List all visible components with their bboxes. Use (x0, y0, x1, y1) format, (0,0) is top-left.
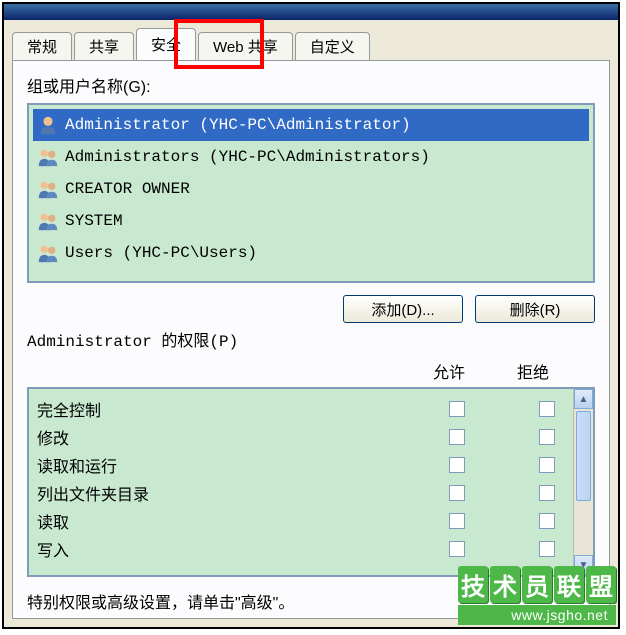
group-icon (37, 210, 59, 232)
permission-row: 修改 (37, 423, 565, 451)
tab-label: 共享 (89, 36, 119, 57)
deny-checkbox[interactable] (539, 513, 555, 529)
scrollbar[interactable]: ▲ ▼ (573, 389, 593, 575)
properties-dialog: 常规 共享 安全 Web 共享 自定义 组或用户名称(G): Administr… (4, 20, 618, 627)
allow-checkbox[interactable] (449, 401, 465, 417)
allow-header: 允许 (433, 359, 465, 383)
permission-name: 完全控制 (37, 397, 449, 421)
user-name: Users (YHC-PC\Users) (65, 244, 257, 262)
allow-checkbox[interactable] (449, 513, 465, 529)
permission-name: 读取 (37, 509, 449, 533)
tab-label: 自定义 (310, 36, 355, 57)
permission-row: 读取 (37, 507, 565, 535)
allow-checkbox[interactable] (449, 457, 465, 473)
scroll-track[interactable] (574, 409, 593, 555)
permissions-header: 允许 拒绝 (27, 359, 595, 383)
permission-name: 读取和运行 (37, 453, 449, 477)
permission-name: 列出文件夹目录 (37, 481, 449, 505)
tab-security[interactable]: 安全 (136, 28, 196, 60)
user-row[interactable]: SYSTEM (33, 205, 589, 237)
tab-general[interactable]: 常规 (12, 32, 72, 60)
user-name: Administrators (YHC-PC\Administrators) (65, 148, 430, 166)
user-row[interactable]: Administrators (YHC-PC\Administrators) (33, 141, 589, 173)
user-buttons: 添加(D)... 删除(R) (27, 295, 595, 323)
user-row[interactable]: Users (YHC-PC\Users) (33, 237, 589, 269)
tab-sharing[interactable]: 共享 (74, 32, 134, 60)
permissions-listbox: 完全控制 修改 读取和运行 (27, 387, 595, 577)
tab-label: 常规 (27, 36, 57, 57)
add-button[interactable]: 添加(D)... (343, 295, 463, 323)
titlebar (4, 4, 618, 20)
allow-checkbox[interactable] (449, 429, 465, 445)
permissions-label: Administrator 的权限(P) (27, 327, 595, 351)
deny-header: 拒绝 (517, 359, 549, 383)
user-row[interactable]: Administrator (YHC-PC\Administrator) (33, 109, 589, 141)
deny-checkbox[interactable] (539, 457, 555, 473)
allow-checkbox[interactable] (449, 485, 465, 501)
watermark-url: www.jsgho.net (458, 605, 616, 625)
deny-checkbox[interactable] (539, 401, 555, 417)
user-name: CREATOR OWNER (65, 180, 190, 198)
deny-checkbox[interactable] (539, 429, 555, 445)
allow-checkbox[interactable] (449, 541, 465, 557)
user-row[interactable]: CREATOR OWNER (33, 173, 589, 205)
group-icon (37, 178, 59, 200)
user-name: SYSTEM (65, 212, 123, 230)
group-icon (37, 146, 59, 168)
tab-label: Web 共享 (213, 36, 278, 57)
watermark-title: 技术员联盟 (458, 566, 616, 603)
security-panel: 组或用户名称(G): Administrator (YHC-PC\Adminis… (12, 60, 610, 619)
permissions-list: 完全控制 修改 读取和运行 (29, 389, 573, 575)
permission-row: 写入 (37, 535, 565, 563)
groups-users-label: 组或用户名称(G): (27, 73, 595, 97)
tab-customize[interactable]: 自定义 (295, 32, 370, 60)
users-listbox[interactable]: Administrator (YHC-PC\Administrator) Adm… (27, 103, 595, 283)
permission-name: 修改 (37, 425, 449, 449)
tab-web-sharing[interactable]: Web 共享 (198, 32, 293, 60)
remove-button[interactable]: 删除(R) (475, 295, 595, 323)
permission-row: 列出文件夹目录 (37, 479, 565, 507)
tab-label: 安全 (151, 34, 181, 55)
watermark: 技术员联盟 www.jsgho.net (458, 566, 616, 625)
scroll-up-icon[interactable]: ▲ (574, 389, 593, 409)
user-name: Administrator (YHC-PC\Administrator) (65, 116, 411, 134)
deny-checkbox[interactable] (539, 485, 555, 501)
permission-row: 完全控制 (37, 395, 565, 423)
group-icon (37, 242, 59, 264)
user-icon (37, 114, 59, 136)
deny-checkbox[interactable] (539, 541, 555, 557)
scroll-thumb[interactable] (576, 411, 591, 501)
tab-strip: 常规 共享 安全 Web 共享 自定义 (4, 20, 618, 60)
permission-name: 写入 (37, 537, 449, 561)
permission-row: 读取和运行 (37, 451, 565, 479)
